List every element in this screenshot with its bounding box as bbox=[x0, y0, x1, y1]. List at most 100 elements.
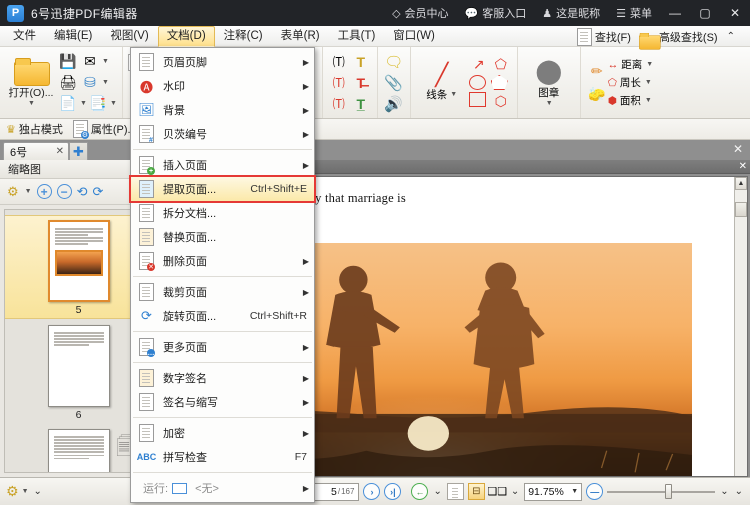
continuous-page-mode-button[interactable]: ⊟ bbox=[467, 483, 485, 500]
rectangle-icon[interactable] bbox=[468, 92, 486, 107]
scan-chevron-icon[interactable]: ▼ bbox=[102, 79, 109, 86]
main-menu-button[interactable]: ☰ 菜单 bbox=[608, 0, 660, 26]
underline-text-icon[interactable]: T̲ bbox=[350, 94, 372, 114]
menu-item-delete-page[interactable]: ✕ 删除页面 ▶ bbox=[131, 249, 314, 273]
polygon-icon[interactable]: ⬠ bbox=[490, 54, 512, 74]
convert-chevron-icon[interactable]: ▼ bbox=[110, 100, 117, 107]
menu-item-bates-number[interactable]: # 贝茨编号 ▶ bbox=[131, 122, 314, 146]
menu-window[interactable]: 窗口(W) bbox=[384, 26, 444, 47]
measure-perimeter-button[interactable]: ⬠ 周长 ▼ bbox=[608, 75, 653, 90]
save-icon[interactable]: 💾 bbox=[57, 52, 79, 72]
menu-item-extract-page[interactable]: 提取页面... Ctrl+Shift+E bbox=[129, 175, 316, 203]
document-tab[interactable]: 6号 ✕ bbox=[3, 142, 69, 160]
highlight-text-icon[interactable]: T bbox=[350, 52, 372, 72]
exclusive-mode-button[interactable]: ♛ 独占模式 bbox=[6, 121, 63, 137]
rotate-right-thumbnail-icon[interactable]: ⟳ bbox=[93, 184, 104, 200]
menu-file[interactable]: 文件 bbox=[4, 26, 45, 47]
measure-distance-button[interactable]: ↔ 距离 ▼ bbox=[608, 57, 653, 72]
find-button[interactable]: 查找(F) bbox=[576, 27, 631, 46]
facing-page-mode-button[interactable]: ❑❑ bbox=[487, 483, 507, 500]
zoom-slider[interactable] bbox=[607, 483, 716, 501]
cloud-shape-icon[interactable]: ⬡ bbox=[490, 91, 512, 111]
minimize-button[interactable]: — bbox=[660, 0, 690, 26]
rotate-left-thumbnail-icon[interactable]: ⟲ bbox=[77, 184, 88, 200]
new-tab-button[interactable]: ✚ bbox=[69, 142, 88, 160]
menu-item-signature-initials[interactable]: 签名与缩写 ▶ bbox=[131, 390, 314, 414]
zoom-in-thumbnail-icon[interactable]: + bbox=[36, 184, 52, 199]
menu-tools[interactable]: 工具(T) bbox=[329, 26, 385, 47]
maximize-button[interactable]: ▢ bbox=[690, 0, 720, 26]
menu-item-background[interactable]: 🖼 背景 ▶ bbox=[131, 98, 314, 122]
gear-icon[interactable]: ⚙ bbox=[7, 184, 19, 200]
menu-item-split-document[interactable]: 拆分文档... bbox=[131, 201, 314, 225]
close-document-icon[interactable]: ✕ bbox=[733, 142, 750, 158]
ribbon-collapse-icon[interactable]: ⌃ bbox=[726, 31, 736, 42]
convert-icon[interactable]: 📑 bbox=[87, 94, 109, 114]
next-page-button[interactable]: › bbox=[363, 483, 381, 500]
last-page-button[interactable]: ›| bbox=[384, 483, 402, 500]
menu-comment[interactable]: 注释(C) bbox=[215, 26, 272, 47]
statusbar-settings-button[interactable]: ⚙ ▼ bbox=[6, 483, 29, 500]
support-entry-button[interactable]: 💬 客服入口 bbox=[457, 0, 535, 26]
close-tab-icon[interactable]: ✕ bbox=[46, 146, 64, 157]
menu-item-insert-page[interactable]: + 插入页面 ▶ bbox=[131, 153, 314, 177]
zoom-out-thumbnail-icon[interactable]: − bbox=[56, 184, 72, 199]
scan-icon[interactable]: ⛁ bbox=[79, 73, 101, 93]
menu-item-rotate-page[interactable]: ⟳ 旋转页面... Ctrl+Shift+R bbox=[131, 304, 314, 328]
text-anchor-icon[interactable]: 🄣 bbox=[328, 94, 350, 114]
user-account-button[interactable]: ♟ 这是昵称 bbox=[534, 0, 608, 26]
eraser-icon[interactable]: 🧽 bbox=[586, 84, 608, 104]
email-icon[interactable]: ✉ bbox=[79, 52, 101, 72]
stamp-button[interactable]: ⬤ 图章 ▼ bbox=[523, 58, 575, 107]
single-page-mode-button[interactable] bbox=[446, 483, 464, 500]
print-icon[interactable]: 🖨 bbox=[57, 73, 79, 93]
scrollbar-thumb[interactable] bbox=[735, 202, 747, 217]
vip-center-button[interactable]: ◇ 会员中心 bbox=[384, 0, 456, 26]
menu-item-digital-signature[interactable]: 数字签名 ▶ bbox=[131, 366, 314, 390]
menu-form[interactable]: 表单(R) bbox=[272, 26, 329, 47]
menu-document[interactable]: 文档(D) bbox=[157, 25, 215, 47]
menu-item-run[interactable]: 运行: <无> ▶ bbox=[131, 476, 314, 500]
menu-item-header-footer[interactable]: 页眉页脚 ▶ bbox=[131, 50, 314, 74]
menu-item-replace-page[interactable]: 替换页面... bbox=[131, 225, 314, 249]
zoom-slider-knob[interactable] bbox=[665, 484, 673, 499]
text-callout-icon[interactable]: 🄣 bbox=[328, 73, 350, 93]
menu-item-crop-page[interactable]: 裁剪页面 ▶ bbox=[131, 280, 314, 304]
menu-edit[interactable]: 编辑(E) bbox=[45, 26, 101, 47]
export-icon[interactable]: 📄 bbox=[57, 94, 79, 114]
menu-item-watermark[interactable]: 🅐 水印 ▶ bbox=[131, 74, 314, 98]
menu-item-encrypt[interactable]: 加密 ▶ bbox=[131, 421, 314, 445]
pentagon-icon[interactable] bbox=[490, 75, 508, 90]
scroll-up-icon[interactable]: ▲ bbox=[735, 177, 747, 190]
statusbar-overflow-icon[interactable]: ⌄ bbox=[734, 486, 744, 497]
ellipse-icon[interactable] bbox=[468, 75, 486, 90]
arrow-icon[interactable]: ↗ bbox=[468, 54, 490, 74]
strikeout-text-icon[interactable]: T̶ bbox=[350, 73, 372, 93]
properties-button[interactable]: ⚙ 属性(P)... bbox=[72, 120, 137, 139]
sound-icon[interactable]: 🔊 bbox=[383, 94, 405, 114]
advanced-find-button[interactable]: 高级查找(S) bbox=[638, 29, 718, 50]
attachment-icon[interactable]: 📎 bbox=[383, 73, 405, 93]
open-button[interactable]: 打开(O)... ▼ bbox=[5, 58, 57, 107]
measure-area-button[interactable]: ⬢ 面积 ▼ bbox=[608, 93, 653, 108]
gear-chevron-icon[interactable]: ▼ bbox=[25, 188, 32, 195]
close-view-icon[interactable]: ✕ bbox=[739, 161, 747, 172]
sticky-note-icon[interactable]: 🗨 bbox=[383, 52, 405, 72]
pencil-icon[interactable]: ✏ bbox=[586, 61, 608, 81]
zoom-out-button[interactable]: — bbox=[586, 483, 604, 500]
zoom-percent-select[interactable]: 91.75% ▼ bbox=[524, 482, 583, 501]
menu-item-more-pages[interactable]: … 更多页面 ▶ bbox=[131, 335, 314, 359]
export-chevron-icon[interactable]: ▼ bbox=[80, 100, 87, 107]
email-chevron-icon[interactable]: ▼ bbox=[102, 58, 109, 65]
statusbar-expand-icon[interactable]: ⌄ bbox=[33, 486, 43, 497]
text-box-icon[interactable]: 🄣 bbox=[328, 52, 350, 72]
document-vertical-scrollbar[interactable]: ▲ bbox=[734, 177, 747, 476]
line-tool-button[interactable]: ╱ 线条 ▼ bbox=[416, 63, 468, 102]
back-view-chevron-icon[interactable]: ⌄ bbox=[432, 486, 442, 497]
menu-item-spellcheck[interactable]: ABC 拼写检查 F7 bbox=[131, 445, 314, 469]
back-view-button[interactable]: ← bbox=[411, 483, 429, 500]
menu-view[interactable]: 视图(V) bbox=[101, 26, 157, 47]
close-button[interactable]: ✕ bbox=[720, 0, 750, 26]
zoom-more-chevron-icon[interactable]: ⌄ bbox=[719, 486, 729, 497]
page-mode-chevron-icon[interactable]: ⌄ bbox=[510, 486, 520, 497]
